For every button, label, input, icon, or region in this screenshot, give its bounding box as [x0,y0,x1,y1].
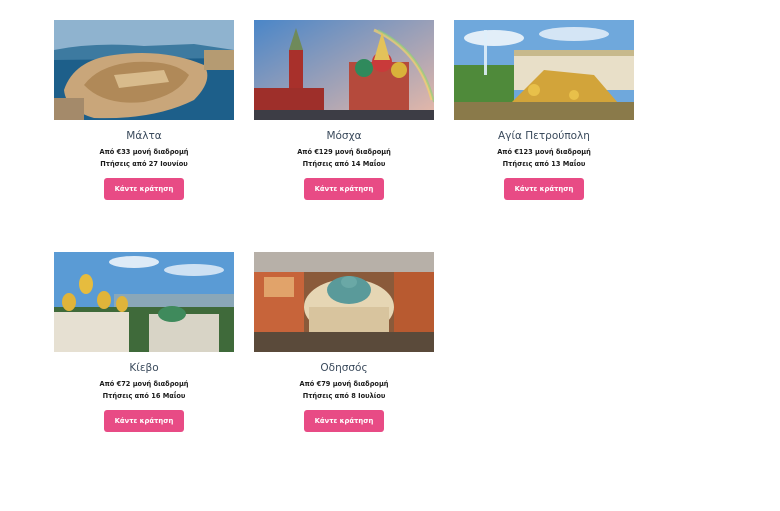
city-name: Οδησσός [320,362,368,374]
malta-aerial-photo[interactable] [54,20,234,120]
destination-card-moscow: Μόσχα Από €129 μονή διαδρομή Πτήσεις από… [254,20,434,200]
destination-card-kiev: Κίεβο Από €72 μονή διαδρομή Πτήσεις από … [54,252,234,432]
flights-date-text: Πτήσεις από 16 Μαΐου [102,392,186,400]
moscow-kremlin-photo[interactable] [254,20,434,120]
kiev-lavra-photo[interactable] [54,252,234,352]
flights-date-text: Πτήσεις από 27 Ιουνίου [100,160,188,168]
flights-date-text: Πτήσεις από 8 Ιουλίου [302,392,386,400]
flights-date-text: Πτήσεις από 14 Μαΐου [302,160,386,168]
book-button[interactable]: Κάντε κράτηση [304,178,384,200]
book-button[interactable]: Κάντε κράτηση [304,410,384,432]
price-text: Από €72 μονή διαδρομή [99,380,189,388]
city-name: Μόσχα [326,130,362,142]
city-name: Αγία Πετρούπολη [498,130,590,142]
price-text: Από €33 μονή διαδρομή [99,148,189,156]
destination-card-malta: Μάλτα Από €33 μονή διαδρομή Πτήσεις από … [54,20,234,200]
book-button[interactable]: Κάντε κράτηση [504,178,584,200]
city-name: Κίεβο [129,362,159,374]
flights-date-text: Πτήσεις από 13 Μαΐου [502,160,586,168]
destination-card-st-petersburg: Αγία Πετρούπολη Από €123 μονή διαδρομή Π… [454,20,634,200]
price-text: Από €129 μονή διαδρομή [297,148,391,156]
book-button[interactable]: Κάντε κράτηση [104,410,184,432]
price-text: Από €79 μονή διαδρομή [299,380,389,388]
petersburg-peterhof-photo[interactable] [454,20,634,120]
city-name: Μάλτα [126,130,162,142]
book-button[interactable]: Κάντε κράτηση [104,178,184,200]
destination-card-odessa: Οδησσός Από €79 μονή διαδρομή Πτήσεις απ… [254,252,434,432]
price-text: Από €123 μονή διαδρομή [497,148,591,156]
odessa-opera-photo[interactable] [254,252,434,352]
